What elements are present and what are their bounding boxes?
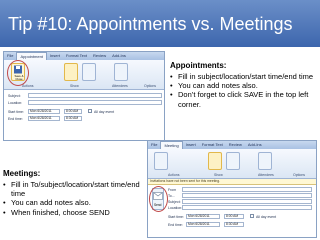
tab-add-ins[interactable]: Add-Ins (245, 141, 265, 149)
start-date-input[interactable]: Mon 6/28/2011 (28, 109, 60, 114)
scheduling-button[interactable] (226, 152, 240, 170)
to-input[interactable] (182, 193, 312, 198)
end-date-input[interactable]: Mon 6/28/2011 (186, 222, 220, 227)
group-attendees-label: Attendees (112, 84, 128, 88)
bullet: • (170, 72, 173, 81)
from-label: From (168, 188, 177, 192)
list-item: • Don’t forget to click SAVE in the top l… (170, 90, 318, 108)
list-item: • You can add notes also. (3, 198, 145, 207)
tab-add-ins[interactable]: Add-Ins (109, 52, 129, 60)
tab-insert[interactable]: Insert (183, 141, 199, 149)
bullet: • (170, 81, 173, 91)
invitation-infobar: Invitations have not been sent for this … (148, 179, 316, 185)
list-item-text: Don’t forget to click SAVE in the top le… (178, 90, 309, 109)
all-day-label: All day event (94, 110, 115, 114)
subject-label: Subject: (168, 200, 181, 204)
meeting-ribbon-tabs: File Meeting Insert Format Text Review A… (148, 141, 316, 149)
meetings-heading: Meetings: (3, 169, 41, 178)
group-show-label: Show (70, 84, 79, 88)
location-label: Location: (8, 101, 23, 105)
send-highlight-ellipse (149, 186, 168, 212)
group-actions-label: Actions (168, 173, 180, 177)
list-item: • When finished, choose SEND (3, 208, 145, 217)
meetings-list: • Fill in To/subject/location/start time/… (3, 180, 145, 217)
end-time-label: End time: (8, 117, 23, 121)
address-book-button[interactable] (258, 152, 272, 170)
start-time-label: Start time: (8, 110, 24, 114)
list-item-text: When finished, choose SEND (11, 207, 110, 217)
group-options-label: Options (293, 173, 306, 177)
meeting-form: Invitations have not been sent for this … (148, 179, 316, 237)
location-input[interactable] (182, 205, 312, 210)
meetings-note: Meetings: • Fill in To/subject/location/s… (3, 169, 145, 217)
end-time-input[interactable]: 8:30 AM (224, 222, 244, 227)
appointments-list: • Fill in subject/location/start time/end… (170, 72, 318, 109)
appointment-form: Subject: Location: Start time: Mon 6/28/… (4, 90, 164, 140)
group-attendees-label: Attendees (258, 173, 274, 177)
scheduling-button[interactable] (82, 63, 96, 81)
tab-meeting[interactable]: Meeting (160, 141, 183, 149)
tab-format-text[interactable]: Format Text (63, 52, 90, 60)
start-time-input[interactable]: 8:00 AM (224, 214, 244, 219)
to-button[interactable]: To... (168, 194, 175, 198)
bullet: • (3, 207, 6, 217)
start-time-label: Start time: (168, 215, 184, 219)
group-actions-label: Actions (22, 84, 34, 88)
all-day-checkbox[interactable] (88, 109, 92, 113)
list-item: • Fill in To/subject/location/start time/… (3, 180, 145, 198)
calendar-button[interactable] (64, 63, 78, 81)
bullet: • (170, 90, 173, 100)
group-show-label: Show (214, 173, 223, 177)
calendar-button[interactable] (208, 152, 222, 170)
location-label: Location: (168, 206, 183, 210)
tab-review[interactable]: Review (226, 141, 245, 149)
subject-input[interactable] (182, 199, 312, 204)
start-date-input[interactable]: Mon 6/28/2011 (186, 214, 220, 219)
appointment-ribbon-tabs: File Appointment Insert Format Text Revi… (4, 52, 164, 60)
subject-label: Subject: (8, 94, 21, 98)
tab-insert[interactable]: Insert (47, 52, 63, 60)
meeting-window: File Meeting Insert Format Text Review A… (147, 140, 317, 238)
delete-button[interactable] (154, 152, 168, 170)
list-item-text: You can add notes also. (178, 81, 258, 91)
list-item: • You can add notes also. (170, 81, 318, 90)
location-input[interactable] (28, 100, 162, 105)
all-day-label: All day event (256, 215, 277, 219)
bullet: • (3, 180, 6, 189)
end-date-input[interactable]: Mon 6/28/2011 (28, 116, 60, 121)
tab-file[interactable]: File (4, 52, 16, 60)
tab-appointment[interactable]: Appointment (16, 52, 47, 60)
title-bar: Tip #10: Appointments vs. Meetings (0, 0, 320, 47)
list-item-text: You can add notes also. (11, 198, 91, 208)
all-day-checkbox[interactable] (250, 214, 254, 218)
list-item-text: Fill in subject/location/start time/end … (178, 72, 314, 81)
save-highlight-ellipse (7, 60, 29, 86)
from-field[interactable] (182, 187, 312, 192)
start-time-input[interactable]: 8:00 AM (64, 109, 82, 114)
end-time-input[interactable]: 8:30 AM (64, 116, 82, 121)
appointment-window: File Appointment Insert Format Text Revi… (3, 51, 165, 141)
tab-review[interactable]: Review (90, 52, 109, 60)
bullet: • (3, 198, 6, 208)
appointments-note: Appointments: • Fill in subject/location/… (170, 61, 318, 109)
end-time-label: End time: (168, 223, 183, 227)
list-item-text: Fill in To/subject/location/start time/e… (11, 180, 140, 199)
slide-title: Tip #10: Appointments vs. Meetings (8, 14, 293, 34)
tab-format-text[interactable]: Format Text (199, 141, 226, 149)
group-options-label: Options (144, 84, 157, 88)
appointments-heading: Appointments: (170, 61, 227, 70)
meeting-ribbon: Actions Show Attendees Options (148, 149, 316, 179)
subject-input[interactable] (28, 93, 162, 98)
tab-file[interactable]: File (148, 141, 160, 149)
list-item: • Fill in subject/location/start time/end… (170, 72, 318, 81)
invite-attendees-button[interactable] (114, 63, 128, 81)
